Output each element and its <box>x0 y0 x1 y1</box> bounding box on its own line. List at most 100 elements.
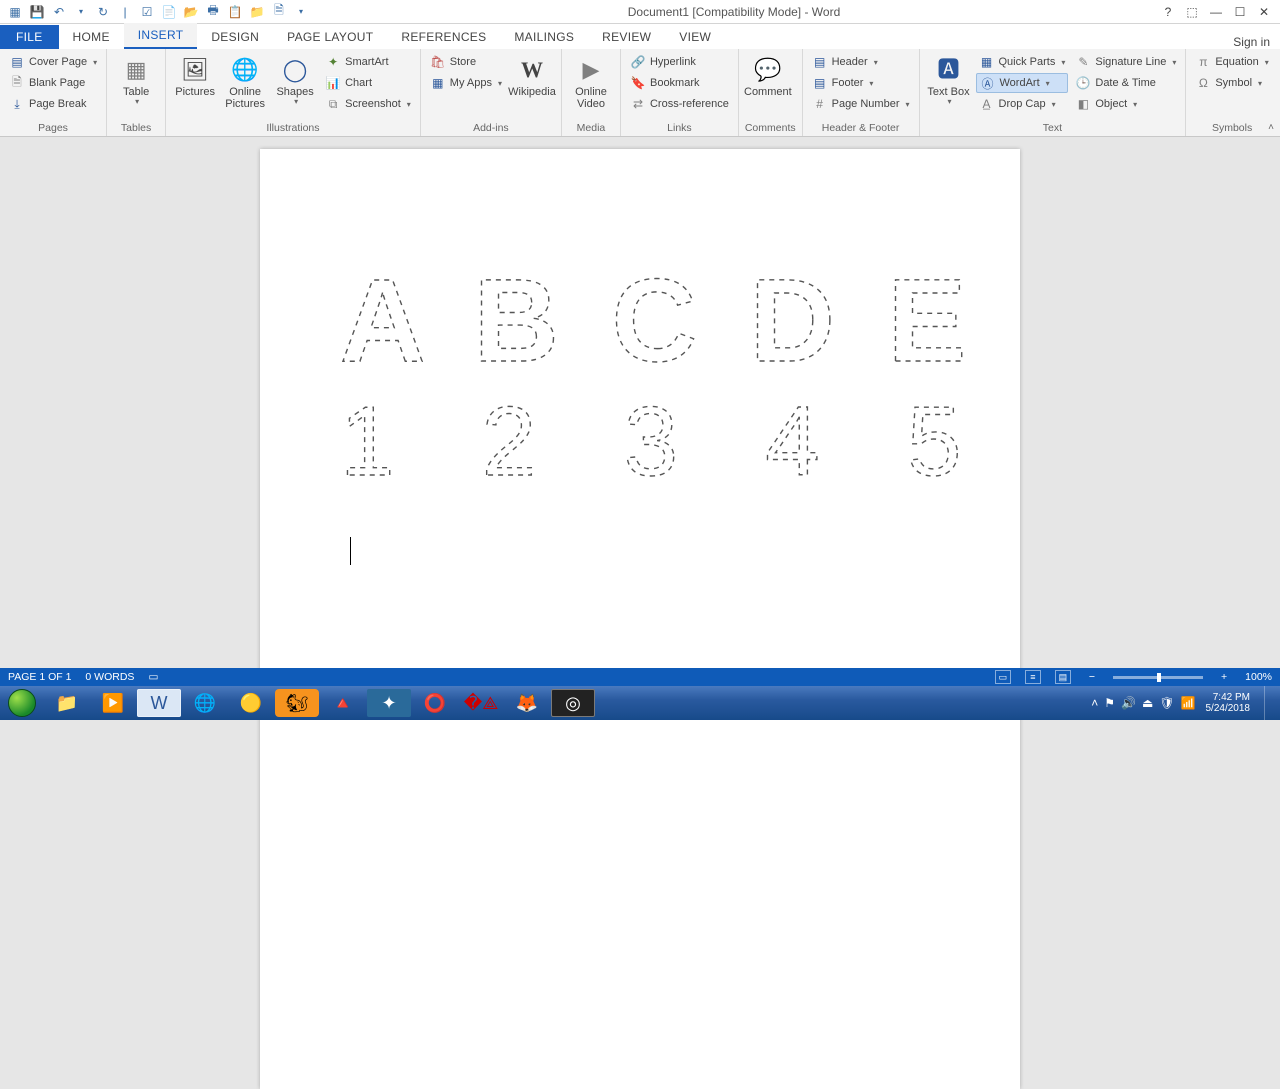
cross-reference-button[interactable]: ⇄Cross-reference <box>627 94 732 114</box>
folder-icon[interactable]: 📁 <box>248 3 266 21</box>
window-title: Document1 [Compatibility Mode] - Word <box>312 5 1156 19</box>
dropcap-icon: A̲ <box>979 96 995 112</box>
chart-button[interactable]: 📊Chart <box>322 73 414 93</box>
tab-file[interactable]: FILE <box>0 25 59 49</box>
cross-reference-icon: ⇄ <box>630 96 646 112</box>
undo-icon[interactable]: ↶ <box>50 3 68 21</box>
taskbar-chrome-icon[interactable]: 🟡 <box>229 689 273 717</box>
ribbon-display-icon[interactable]: ⬚ <box>1183 3 1201 21</box>
taskbar-vlc-icon[interactable]: 🔺 <box>321 689 365 717</box>
wikipedia-label: Wikipedia <box>508 86 556 98</box>
tab-review[interactable]: REVIEW <box>588 25 665 49</box>
blank-page-button[interactable]: 🗎Blank Page <box>6 73 100 93</box>
tab-view[interactable]: VIEW <box>665 25 725 49</box>
quickparts-button[interactable]: ▦Quick Parts <box>976 52 1069 72</box>
document-page[interactable]: .traced { font: 700 118px Arial, sans-se… <box>260 149 1020 1089</box>
print-preview-icon[interactable]: 📋 <box>226 3 244 21</box>
tray-show-hidden-icon[interactable]: ˄ <box>1091 696 1098 710</box>
store-button[interactable]: 🛍Store <box>427 52 505 72</box>
tray-network-icon[interactable]: 📶 <box>1181 696 1196 710</box>
taskbar-explorer-icon[interactable]: 📁 <box>45 689 89 717</box>
tab-home[interactable]: HOME <box>59 25 124 49</box>
tray-clock[interactable]: 7:42 PM 5/24/2018 <box>1202 692 1255 714</box>
zoom-thumb[interactable] <box>1157 673 1161 682</box>
status-proofing-icon[interactable]: ▭ <box>148 671 158 683</box>
document-workspace[interactable]: .traced { font: 700 118px Arial, sans-se… <box>0 137 1280 668</box>
new-doc-icon[interactable]: 📄 <box>160 3 178 21</box>
print-layout-icon[interactable]: ≡ <box>1025 670 1041 684</box>
pictures-button[interactable]: 🖼Pictures <box>172 52 218 98</box>
tray-volume-icon[interactable]: 🔊 <box>1121 696 1136 710</box>
tray-flag-icon[interactable]: ⚑ <box>1104 696 1115 710</box>
start-button[interactable] <box>0 686 44 720</box>
smartart-button[interactable]: ✦SmartArt <box>322 52 414 72</box>
taskbar-opera-icon[interactable]: ⭕ <box>413 689 457 717</box>
blank-doc-icon[interactable]: 🗎 <box>270 3 288 21</box>
header-button[interactable]: ▤Header <box>809 52 913 72</box>
taskbar-uc-icon[interactable]: 🐿 <box>275 689 319 717</box>
open-icon[interactable]: 📂 <box>182 3 200 21</box>
datetime-button[interactable]: 🕒Date & Time <box>1072 73 1179 93</box>
minimize-icon[interactable]: — <box>1207 3 1225 21</box>
zoom-in-icon[interactable]: + <box>1217 671 1231 683</box>
tab-mailings[interactable]: MAILINGS <box>500 25 588 49</box>
status-words[interactable]: 0 WORDS <box>85 671 134 683</box>
tab-design[interactable]: DESIGN <box>197 25 273 49</box>
tab-page-layout[interactable]: PAGE LAYOUT <box>273 25 387 49</box>
zoom-level[interactable]: 100% <box>1245 671 1272 683</box>
online-video-button[interactable]: ▶Online Video <box>568 52 614 110</box>
read-mode-icon[interactable]: ▭ <box>995 670 1011 684</box>
page-break-button[interactable]: ⤓Page Break <box>6 94 100 114</box>
taskbar-adobe-icon[interactable]: �⟁ <box>459 689 503 717</box>
shapes-button[interactable]: ◯Shapes <box>272 52 318 107</box>
zoom-slider[interactable] <box>1113 676 1203 679</box>
taskbar-word-icon[interactable]: W <box>137 689 181 717</box>
taskbar-camera-icon[interactable]: ◎ <box>551 689 595 717</box>
myapps-button[interactable]: ▦My Apps <box>427 73 505 93</box>
cover-page-button[interactable]: ▤Cover Page <box>6 52 100 72</box>
table-button[interactable]: ▦ Table <box>113 52 159 107</box>
ribbon: ▤Cover Page 🗎Blank Page ⤓Page Break Page… <box>0 49 1280 137</box>
taskbar-ie-icon[interactable]: 🌐 <box>183 689 227 717</box>
tray-security-icon[interactable]: 🛡 <box>1159 696 1174 710</box>
equation-button[interactable]: πEquation <box>1192 52 1271 72</box>
hyperlink-button[interactable]: 🔗Hyperlink <box>627 52 732 72</box>
textbox-button[interactable]: 🅰Text Box <box>926 52 972 107</box>
blank-page-icon: 🗎 <box>9 75 25 91</box>
maximize-icon[interactable]: ☐ <box>1231 3 1249 21</box>
web-layout-icon[interactable]: ▤ <box>1055 670 1071 684</box>
sign-in-link[interactable]: Sign in <box>1233 35 1280 49</box>
zoom-out-icon[interactable]: − <box>1085 671 1099 683</box>
tab-insert[interactable]: INSERT <box>124 23 198 49</box>
comment-button[interactable]: 💬Comment <box>745 52 791 98</box>
symbol-button[interactable]: ΩSymbol <box>1192 73 1271 93</box>
footer-button[interactable]: ▤Footer <box>809 73 913 93</box>
help-icon[interactable]: ? <box>1159 3 1177 21</box>
close-icon[interactable]: ✕ <box>1255 3 1273 21</box>
page-number-button[interactable]: #Page Number <box>809 94 913 114</box>
online-pictures-button[interactable]: 🌐Online Pictures <box>222 52 268 110</box>
wordart-button[interactable]: ⒶWordArt <box>976 73 1069 93</box>
screenshot-button[interactable]: ⧉Screenshot <box>322 94 414 114</box>
footer-icon: ▤ <box>812 75 828 91</box>
object-button[interactable]: ◧Object <box>1072 94 1179 114</box>
status-page[interactable]: PAGE 1 OF 1 <box>8 671 71 683</box>
taskbar-mediaplayer-icon[interactable]: ▶️ <box>91 689 135 717</box>
tab-references[interactable]: REFERENCES <box>387 25 500 49</box>
save-icon[interactable]: 💾 <box>28 3 46 21</box>
dropcap-button[interactable]: A̲Drop Cap <box>976 94 1069 114</box>
page-number-icon: # <box>812 96 828 112</box>
collapse-ribbon-icon[interactable]: ˄ <box>1268 122 1274 133</box>
wikipedia-button[interactable]: WWikipedia <box>509 52 555 98</box>
touch-mode-icon[interactable]: ☑ <box>138 3 156 21</box>
undo-dropdown-icon[interactable]: ▾ <box>72 3 90 21</box>
redo-icon[interactable]: ↻ <box>94 3 112 21</box>
quick-print-icon[interactable]: 🖶 <box>204 3 222 21</box>
qat-customize-icon[interactable]: ▾ <box>292 3 310 21</box>
signature-line-button[interactable]: ✎Signature Line <box>1072 52 1179 72</box>
taskbar-editor-icon[interactable]: ✦ <box>367 689 411 717</box>
tray-safely-remove-icon[interactable]: ⏏ <box>1142 696 1153 710</box>
show-desktop-button[interactable] <box>1264 686 1274 720</box>
bookmark-button[interactable]: 🔖Bookmark <box>627 73 732 93</box>
taskbar-firefox-icon[interactable]: 🦊 <box>505 689 549 717</box>
